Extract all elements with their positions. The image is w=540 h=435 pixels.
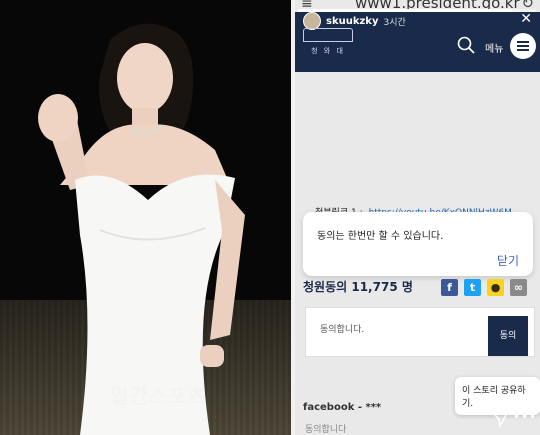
hamburger-icon	[517, 41, 529, 43]
send-icon[interactable]	[492, 411, 508, 427]
menu-button[interactable]	[510, 33, 536, 59]
kakao-icon[interactable]: ●	[487, 279, 504, 296]
link-icon[interactable]: ∞	[510, 279, 527, 296]
emblem-text: 청 와 대	[311, 47, 345, 55]
close-icon[interactable]: ✕	[520, 11, 532, 27]
facebook-icon[interactable]: f	[441, 279, 458, 296]
social-share-row: f t ● ∞	[441, 279, 527, 296]
instagram-story-screenshot: ≡ www1.president.go.kr ↻ skuukzky 3시간 ✕ …	[295, 0, 540, 435]
photo-watermark: 일간스포츠	[110, 384, 207, 408]
dialog-close-button[interactable]: 닫기	[497, 252, 519, 269]
more-options-icon[interactable]: •••	[513, 410, 537, 424]
emblem-roof-icon	[303, 28, 353, 42]
petition-label: 청원동의	[303, 280, 348, 294]
menu-label[interactable]: 메뉴	[485, 40, 503, 55]
dialog-message: 동의는 한번만 할 수 있습니다.	[317, 231, 444, 242]
petition-unit: 명	[401, 280, 413, 294]
petition-count: 청원동의 11,775 명	[303, 278, 413, 295]
blue-house-logo[interactable]: 청 와 대	[303, 28, 353, 62]
petition-count-number: 11,775	[351, 280, 398, 294]
story-time: 3시간	[383, 17, 406, 28]
screenshot-root: 일간스포츠 ≡ www1.president.go.kr ↻ skuukzky …	[0, 0, 540, 435]
agree-input-text: 동의합니다.	[320, 325, 365, 335]
agree-button[interactable]: 동의	[488, 316, 528, 356]
twitter-icon[interactable]: t	[464, 279, 481, 296]
woman-in-white-dress-illustration	[38, 23, 245, 435]
story-username[interactable]: skuukzky	[326, 16, 378, 27]
comment-text: 동의합니다	[305, 425, 347, 435]
search-icon[interactable]	[457, 36, 475, 54]
alert-dialog: 동의는 한번만 할 수 있습니다. 닫기	[303, 212, 533, 276]
celebrity-photo: 일간스포츠	[0, 0, 291, 435]
comment-author: facebook - ***	[303, 402, 382, 413]
